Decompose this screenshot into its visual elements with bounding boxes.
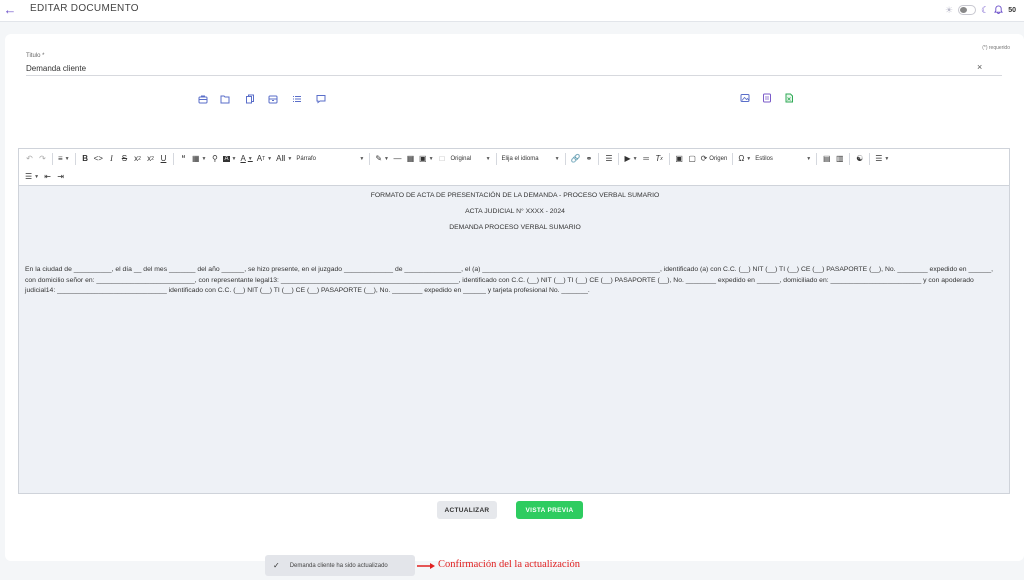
html-embed-icon[interactable]: ▢ xyxy=(686,151,699,166)
comment-icon[interactable] xyxy=(316,94,326,104)
heading-select-label: Párrafo xyxy=(296,155,317,162)
annotation-arrow-icon xyxy=(417,563,435,569)
blockquote-icon[interactable]: “ xyxy=(177,151,190,166)
check-icon: ✓ xyxy=(273,561,280,570)
bell-icon[interactable] xyxy=(994,4,1004,16)
list-icon[interactable] xyxy=(292,94,302,104)
header-controls: ☀ ☾ 50 xyxy=(945,3,1016,17)
toolbar-row-1: ↶ ↷ ≡ ▼ B <> I S x2 x2 U “ ▦ ▼ ⚲ A ▼ A ▼ A T ▼… xyxy=(23,150,891,167)
copy-documents-icon[interactable] xyxy=(245,94,255,104)
indent-icon[interactable]: ⇥ xyxy=(54,169,67,184)
toolbar-row-2: ☰ ▼ ⇤ ⇥ xyxy=(23,168,67,185)
annotation-label: Confirmación del la actualización xyxy=(438,559,580,570)
document-heading-1: FORMATO DE ACTA DE PRESENTACIÓN DE LA DE… xyxy=(370,192,660,199)
image-file-icon[interactable] xyxy=(740,93,750,103)
strikethrough-icon[interactable]: S xyxy=(118,151,131,166)
document-heading-2: ACTA JUDICIAL N° XXXX - 2024 xyxy=(465,208,565,215)
title-label: Titulo * xyxy=(26,53,45,59)
show-blocks-icon[interactable]: ▥ xyxy=(833,151,846,166)
heading-select[interactable]: Párrafo ▼ xyxy=(294,151,366,166)
page-break-icon[interactable]: ═ xyxy=(640,151,653,166)
outdent-icon[interactable]: ⇤ xyxy=(41,169,54,184)
insert-template-icon[interactable]: ▦ ▼ xyxy=(190,151,209,166)
redo-icon[interactable]: ↷ xyxy=(36,151,49,166)
accessibility-icon[interactable]: ☯ xyxy=(853,151,866,166)
title-input[interactable] xyxy=(26,61,1002,76)
clear-title-icon[interactable]: × xyxy=(977,62,982,72)
document-card: (*) requerido Titulo * × ↶ ↷ ≡▼ xyxy=(5,34,1024,561)
insert-image-icon[interactable]: ▣ ▼ xyxy=(417,151,436,166)
find-replace-icon[interactable]: ⚲ xyxy=(208,151,221,166)
moon-icon: ☾ xyxy=(981,4,990,15)
styles-select[interactable]: Estilos ▼ xyxy=(753,151,813,166)
language-select[interactable]: Elija el idioma ▼ xyxy=(500,151,562,166)
theme-toggle[interactable] xyxy=(958,5,977,15)
language-select-label: Elija el idioma xyxy=(501,155,539,162)
editor-toolbar: ↶ ↷ ≡ ▼ B <> I S x2 x2 U “ ▦ ▼ ⚲ A ▼ A ▼ A T ▼… xyxy=(19,149,1009,186)
font-color-icon[interactable]: A ▼ xyxy=(238,151,254,166)
special-characters-icon[interactable]: Ω ▼ xyxy=(736,151,753,166)
image-size-select[interactable]: Original ▼ xyxy=(449,151,493,166)
back-arrow-icon[interactable]: ← xyxy=(3,3,17,17)
pdf-file-icon[interactable] xyxy=(762,93,772,103)
toast-message: Demanda cliente ha sido actualizado xyxy=(289,562,388,569)
subscript-icon[interactable]: x2 xyxy=(131,151,144,166)
success-toast: ✓ Demanda cliente ha sido actualizado xyxy=(265,555,415,576)
preview-button[interactable]: VISTA PREVIA xyxy=(516,501,583,519)
horizontal-line-icon[interactable]: — xyxy=(391,151,404,166)
font-background-color-icon[interactable]: A ▼ xyxy=(221,151,238,166)
table-icon[interactable]: ▦ xyxy=(404,151,417,166)
media-embed-icon[interactable]: ▶ ▼ xyxy=(622,151,639,166)
sun-icon: ☀ xyxy=(945,4,954,15)
image-size-icon[interactable]: □ xyxy=(436,151,449,166)
todo-list-icon[interactable]: ☰ xyxy=(602,151,615,166)
document-content[interactable]: FORMATO DE ACTA DE PRESENTACIÓN DE LA DE… xyxy=(25,191,1005,297)
font-size-icon[interactable]: A T ▼ xyxy=(255,151,274,166)
select-all-icon[interactable]: ▤ xyxy=(820,151,833,166)
excel-file-icon[interactable] xyxy=(784,93,794,103)
image-size-label: Original xyxy=(450,155,472,162)
page-title: EDITAR DOCUMENTO xyxy=(30,3,139,14)
font-family-icon[interactable]: AⅡ ▼ xyxy=(274,151,294,166)
unlink-icon[interactable]: ⚭ xyxy=(582,151,595,166)
archive-box-icon[interactable] xyxy=(268,94,278,104)
rich-text-editor[interactable]: ↶ ↷ ≡ ▼ B <> I S x2 x2 U “ ▦ ▼ ⚲ A ▼ A ▼ A T ▼… xyxy=(18,148,1010,494)
folder-icon[interactable] xyxy=(220,94,230,104)
numbered-list-icon[interactable]: ☰ ▼ xyxy=(23,169,41,184)
update-button[interactable]: ACTUALIZAR xyxy=(437,501,497,519)
document-paragraph: En la ciudad de __________, el día __ de… xyxy=(25,266,994,294)
remove-format-icon[interactable]: Tx xyxy=(653,151,666,166)
superscript-icon[interactable]: x2 xyxy=(144,151,157,166)
code-icon[interactable]: <> xyxy=(92,151,105,166)
notification-count: 50 xyxy=(1008,6,1016,14)
link-icon[interactable]: 🔗 xyxy=(569,151,583,166)
source-editing-label: Origen xyxy=(709,155,728,162)
bulleted-list-icon[interactable]: ☰ ▼ xyxy=(873,151,891,166)
styles-select-label: Estilos xyxy=(755,155,773,162)
source-editing-button[interactable]: ⟳ Origen xyxy=(699,151,730,166)
required-note: (*) requerido xyxy=(982,45,1010,51)
code-block-icon[interactable]: ▣ xyxy=(673,151,686,166)
undo-icon[interactable]: ↶ xyxy=(23,151,36,166)
briefcase-icon[interactable] xyxy=(198,94,208,104)
bold-icon[interactable]: B xyxy=(79,151,92,166)
document-heading-3: DEMANDA PROCESO VERBAL SUMARIO xyxy=(449,224,581,231)
top-bar: ← EDITAR DOCUMENTO ☀ ☾ 50 xyxy=(0,0,1024,22)
italic-icon[interactable]: I xyxy=(105,151,118,166)
highlight-icon[interactable]: ✎ ▼ xyxy=(373,151,391,166)
underline-icon[interactable]: U xyxy=(157,151,170,166)
align-icon[interactable]: ≡ ▼ xyxy=(56,151,72,166)
